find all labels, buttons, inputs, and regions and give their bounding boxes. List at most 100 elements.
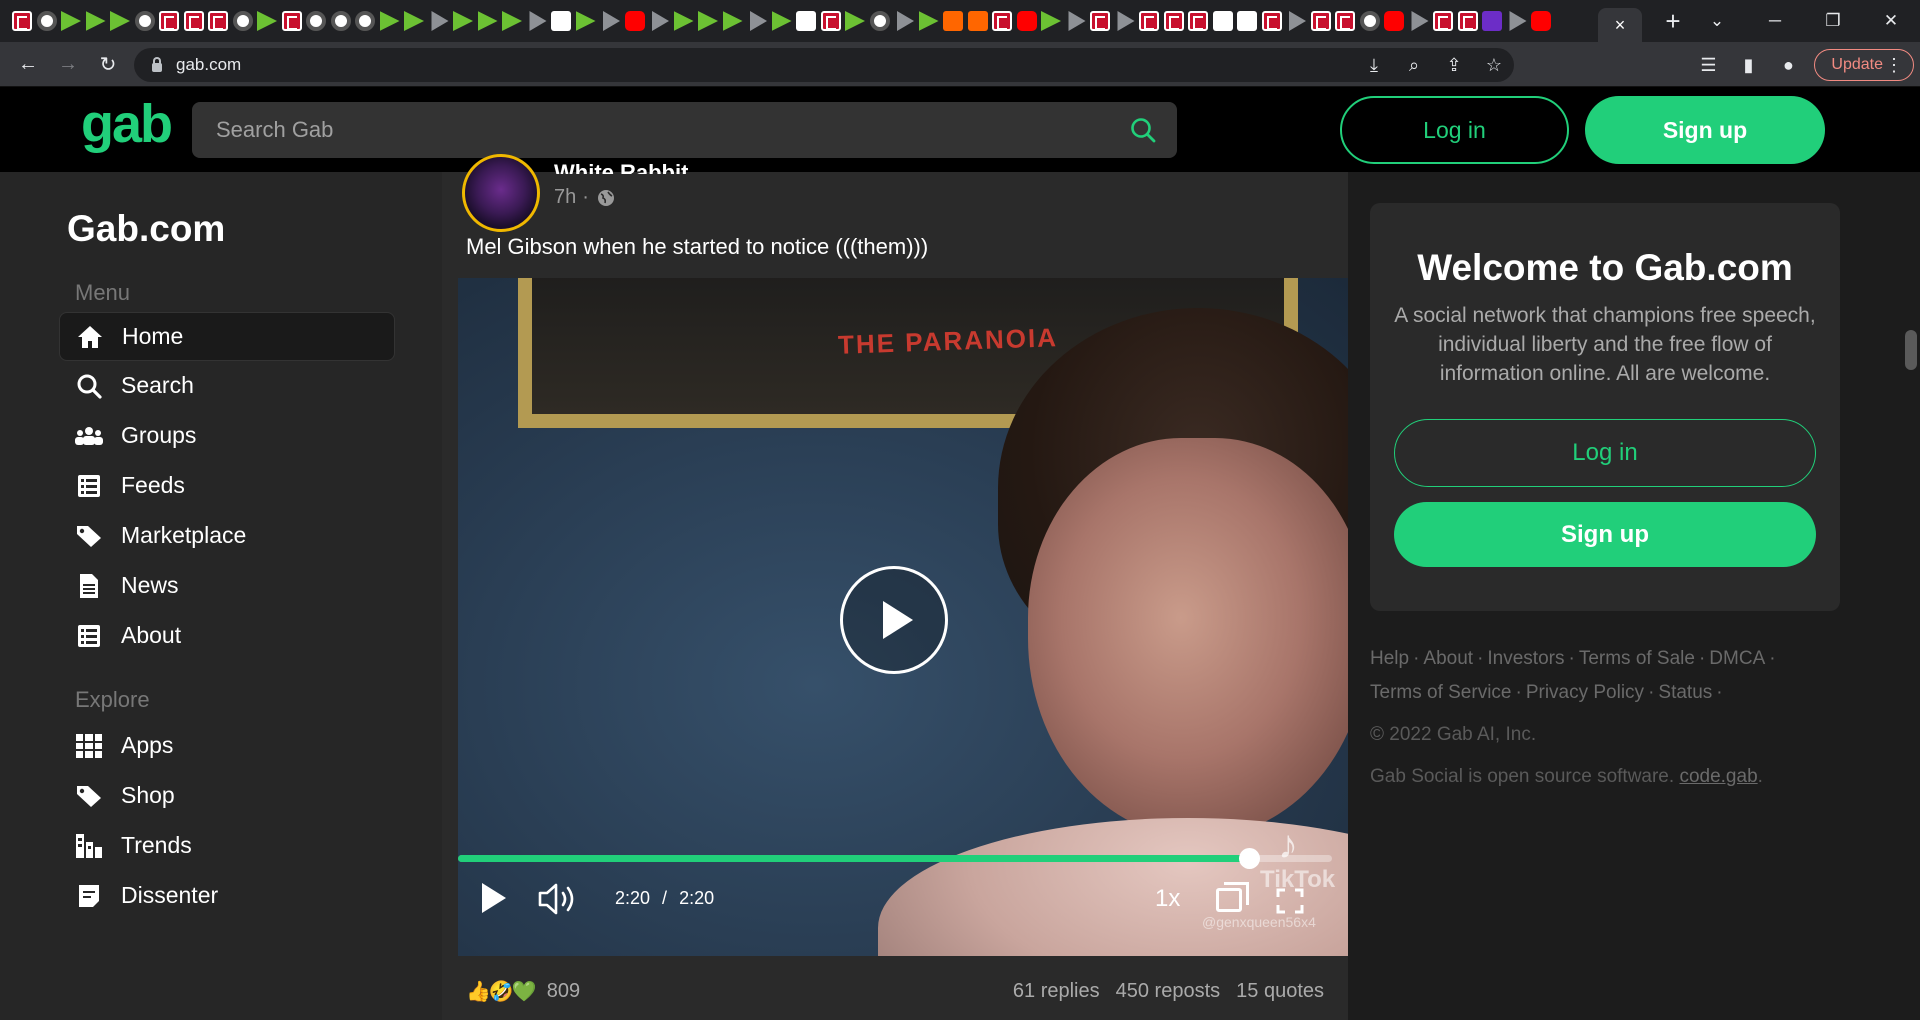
header-signup-button[interactable]: Sign up (1585, 96, 1825, 164)
update-button[interactable]: Update (1814, 49, 1914, 81)
browser-tab[interactable] (61, 11, 81, 31)
card-login-button[interactable]: Log in (1394, 419, 1816, 487)
sidebar-item-trends[interactable]: Trends (59, 821, 395, 870)
browser-tab[interactable] (159, 11, 179, 31)
gab-logo[interactable]: gab (81, 93, 173, 155)
zoom-icon[interactable]: ⌕ (1394, 55, 1434, 76)
browser-tab[interactable] (477, 11, 498, 31)
browser-tab[interactable] (1335, 11, 1355, 31)
browser-tab[interactable] (551, 11, 571, 31)
browser-tab[interactable] (1237, 11, 1257, 31)
browser-tab[interactable] (1359, 11, 1380, 31)
browser-tab[interactable] (330, 11, 351, 31)
search-input[interactable] (216, 117, 1096, 143)
browser-tab[interactable] (992, 11, 1012, 31)
browser-tab[interactable] (897, 11, 914, 31)
browser-tab[interactable] (134, 11, 155, 31)
browser-tab[interactable] (12, 11, 32, 31)
browser-tab[interactable] (1509, 11, 1527, 31)
play-overlay-button[interactable] (840, 566, 948, 674)
footer-link[interactable]: Help (1370, 648, 1409, 669)
footer-link[interactable]: Status (1658, 682, 1712, 703)
browser-tab[interactable] (1212, 11, 1233, 31)
tab-search-icon[interactable]: ⌄ (1688, 11, 1746, 31)
picture-in-picture-icon[interactable] (1216, 882, 1249, 912)
browser-tab[interactable] (1016, 11, 1037, 31)
sidebar-item-news[interactable]: News (59, 561, 395, 610)
browser-tab[interactable] (603, 11, 620, 31)
install-icon[interactable]: ⤓ (1354, 55, 1394, 76)
reposts-count[interactable]: 450 reposts (1116, 980, 1221, 1003)
browser-tab[interactable] (771, 11, 792, 31)
browser-tab[interactable] (1117, 11, 1135, 31)
browser-tab[interactable] (1531, 11, 1551, 31)
browser-tab[interactable] (1090, 11, 1110, 31)
replies-count[interactable]: 61 replies (1013, 980, 1100, 1003)
browser-tab[interactable] (36, 11, 57, 31)
video-progress-bar[interactable] (458, 848, 1332, 869)
browser-tab[interactable] (1433, 11, 1453, 31)
footer-link[interactable]: About (1423, 648, 1473, 669)
sidebar-item-search[interactable]: Search (59, 361, 395, 410)
browser-tab[interactable] (110, 11, 130, 31)
sidebar-item-marketplace[interactable]: Marketplace (59, 511, 395, 560)
side-panel-icon[interactable]: ▮ (1728, 55, 1768, 76)
url-text[interactable]: gab.com (176, 55, 241, 75)
back-icon[interactable]: ← (8, 53, 48, 76)
active-tab[interactable]: × (1598, 8, 1642, 42)
browser-tab[interactable] (698, 11, 718, 31)
browser-tab[interactable] (1041, 11, 1061, 31)
sidebar-item-dissenter[interactable]: Dissenter (59, 871, 395, 920)
sidebar-item-groups[interactable]: Groups (59, 411, 395, 460)
browser-tab[interactable] (1482, 11, 1502, 31)
browser-tab[interactable] (750, 11, 767, 31)
profile-icon[interactable]: ● (1768, 55, 1808, 76)
browser-tab[interactable] (529, 11, 547, 31)
share-icon[interactable]: ⇪ (1434, 55, 1474, 76)
browser-tab[interactable] (845, 11, 865, 31)
browser-tab[interactable] (502, 11, 522, 31)
browser-tab[interactable] (1289, 11, 1306, 31)
reading-list-icon[interactable]: ☰ (1688, 55, 1728, 76)
browser-tab[interactable] (1261, 11, 1282, 31)
footer-link[interactable]: Terms of Sale (1579, 648, 1695, 669)
header-login-button[interactable]: Log in (1340, 96, 1569, 164)
browser-tab[interactable] (575, 11, 596, 31)
browser-tab[interactable] (208, 11, 228, 31)
sidebar-item-feeds[interactable]: Feeds (59, 461, 395, 510)
browser-tab[interactable] (404, 11, 424, 31)
close-window-icon[interactable]: ✕ (1862, 11, 1920, 31)
bookmark-star-icon[interactable]: ☆ (1474, 55, 1514, 76)
browser-tab[interactable] (624, 11, 645, 31)
footer-link[interactable]: DMCA (1709, 648, 1765, 669)
author-name[interactable]: White Rabbit (554, 160, 688, 174)
browser-tab[interactable] (355, 11, 375, 31)
sidebar-item-home[interactable]: Home (59, 312, 395, 361)
sidebar-item-about[interactable]: About (59, 611, 395, 660)
search-icon[interactable] (1129, 116, 1157, 144)
browser-tab[interactable] (1310, 11, 1331, 31)
browser-tab[interactable] (918, 11, 939, 31)
browser-tab[interactable] (1384, 11, 1404, 31)
browser-tab[interactable] (1139, 11, 1159, 31)
video-progress-knob[interactable] (1238, 848, 1260, 869)
browser-tab[interactable] (1457, 11, 1478, 31)
volume-icon[interactable] (538, 882, 580, 916)
browser-tab[interactable] (1163, 11, 1184, 31)
browser-tab[interactable] (1411, 11, 1429, 31)
reaction-summary[interactable]: 👍 🤣 💚 809 (466, 979, 580, 1004)
scrollbar-thumb[interactable] (1905, 330, 1917, 370)
forward-icon[interactable]: → (48, 53, 88, 76)
post-time[interactable]: 7h (554, 186, 576, 209)
browser-tab[interactable] (673, 11, 694, 31)
address-bar[interactable]: gab.com ⤓ ⌕ ⇪ ☆ (134, 48, 1514, 82)
minimize-icon[interactable]: ─ (1746, 11, 1804, 31)
new-tab-button[interactable]: + (1658, 6, 1688, 37)
browser-tab[interactable] (281, 11, 302, 31)
browser-tab[interactable] (257, 11, 277, 31)
quotes-count[interactable]: 15 quotes (1236, 980, 1324, 1003)
footer-link[interactable]: Investors (1487, 648, 1564, 669)
search-bar[interactable] (192, 102, 1177, 158)
footer-link[interactable]: Terms of Service (1370, 682, 1511, 703)
sidebar-item-shop[interactable]: Shop (59, 771, 395, 820)
